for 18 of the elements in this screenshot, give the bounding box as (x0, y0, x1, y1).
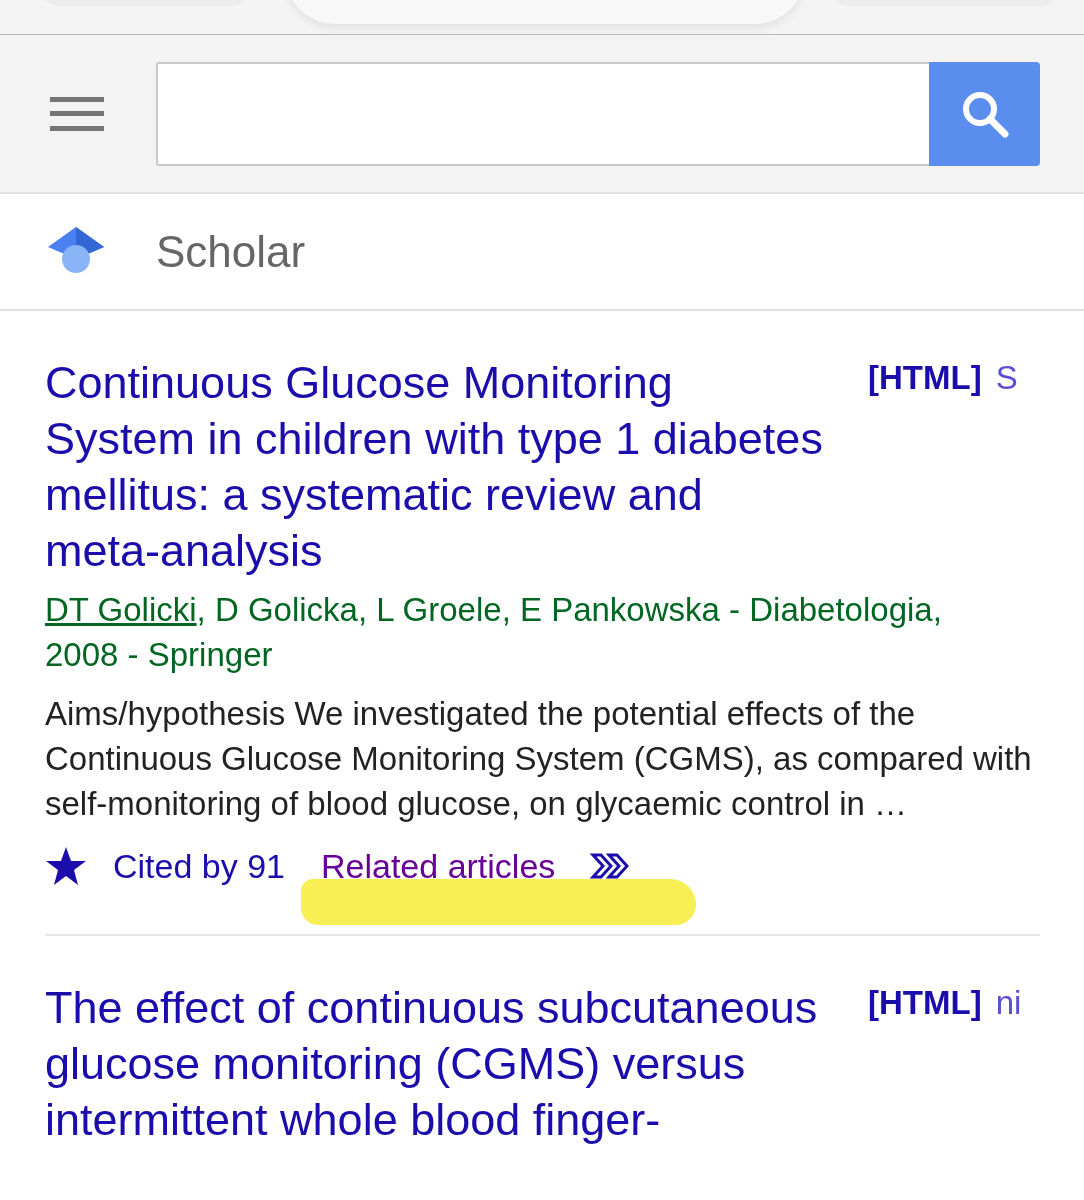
menu-icon[interactable] (50, 96, 104, 131)
result-title[interactable]: Continuous Glucose Monitoring System in children with type 1 diabetes mellitus: a systematic review and meta-analysis (45, 355, 828, 579)
search-button[interactable] (929, 61, 1040, 166)
search-field[interactable] (156, 61, 929, 166)
html-link[interactable]: [HTML] (868, 359, 982, 396)
byline-text: , D Golicka, L Groele, E Pankowska - Diabetologia, (196, 591, 942, 628)
html-link[interactable]: [HTML] (868, 984, 982, 1021)
byline-text: 2008 - Springer (45, 635, 274, 675)
author-link[interactable]: DT Golicki (45, 591, 197, 628)
related-articles-link[interactable]: Related articles (321, 846, 556, 885)
source-link[interactable]: ni (995, 984, 1022, 1021)
star-icon[interactable] (45, 846, 87, 886)
snippet-text: Aims/hypothesis We investigated the potential effects of the Continuous Glucose Monitoring System (CGMS), as compared with self-monitoring of blood glucose, on glycaemic control in … (45, 694, 1033, 824)
double-chevron-icon[interactable] (589, 852, 632, 880)
cited-by-link[interactable]: Cited by 91 (113, 846, 285, 885)
scholar-title[interactable]: Scholar (156, 226, 306, 277)
source-link[interactable]: S (995, 359, 1018, 396)
result-title[interactable]: The effect of continuous subcutaneous glucose monitoring (CGMS) versus intermittent whole blood finger- (45, 980, 828, 1148)
